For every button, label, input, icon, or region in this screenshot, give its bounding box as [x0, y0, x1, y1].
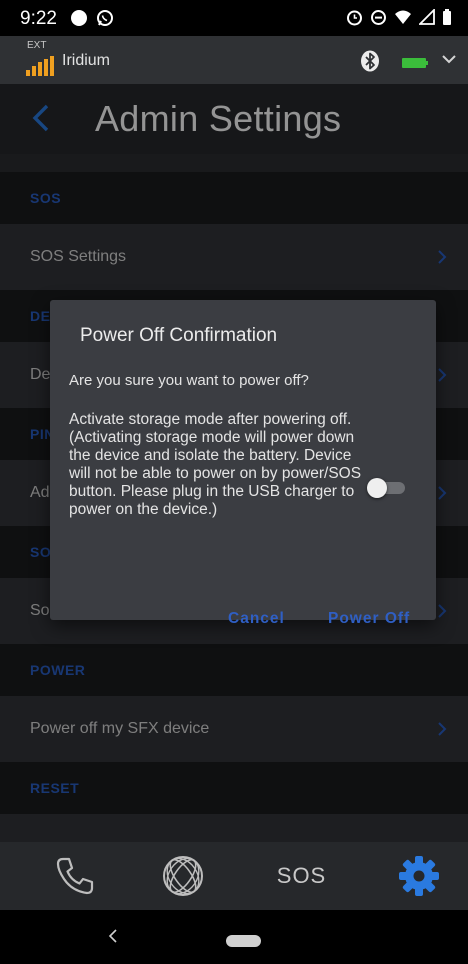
tab-sos-label: SOS: [276, 863, 327, 888]
tab-settings[interactable]: [360, 842, 468, 910]
tab-phone[interactable]: [16, 842, 133, 910]
dialog-question: Are you sure you want to power off?: [69, 372, 309, 389]
back-icon[interactable]: [108, 928, 118, 944]
storage-mode-toggle[interactable]: [367, 478, 407, 498]
tab-sos[interactable]: SOS: [243, 842, 360, 910]
cancel-button[interactable]: Cancel: [228, 610, 285, 628]
signal-icon: [419, 9, 435, 25]
toggle-thumb: [367, 478, 387, 498]
signal-bars-icon: [26, 56, 54, 76]
network-name: Iridium: [62, 52, 111, 69]
power-off-button[interactable]: Power Off: [328, 610, 410, 628]
do-not-disturb-icon: [371, 10, 386, 25]
bluetooth-icon[interactable]: [360, 50, 380, 72]
chevron-down-icon[interactable]: [442, 54, 456, 64]
status-left-icons: [70, 9, 114, 27]
gear-icon: [398, 856, 439, 896]
whatsapp-icon: [97, 10, 113, 26]
ext-label: EXT: [27, 40, 47, 51]
system-nav-bar: [0, 910, 468, 964]
status-right-icons: [346, 9, 452, 26]
status-bar: 9:22: [0, 0, 468, 36]
power-off-dialog: Power Off Confirmation Are you sure you …: [50, 300, 436, 627]
bottom-tab-bar: SOS: [0, 842, 468, 910]
status-time: 9:22: [20, 8, 57, 29]
dialog-title: Power Off Confirmation: [80, 325, 278, 346]
wifi-icon: [395, 10, 411, 24]
storage-mode-text: Activate storage mode after powering off…: [69, 411, 362, 518]
satellite-status-bar: EXT Iridium: [0, 36, 468, 84]
alarm-icon: [347, 10, 362, 26]
tab-globe[interactable]: [124, 842, 241, 910]
globe-icon: [162, 856, 203, 896]
battery-icon: [443, 9, 451, 25]
home-pill[interactable]: [226, 935, 261, 947]
circle-icon: [71, 10, 87, 26]
storage-mode-description[interactable]: Activate storage mode after powering off…: [69, 411, 369, 519]
phone-icon: [56, 857, 93, 895]
battery-icon: [402, 58, 428, 68]
